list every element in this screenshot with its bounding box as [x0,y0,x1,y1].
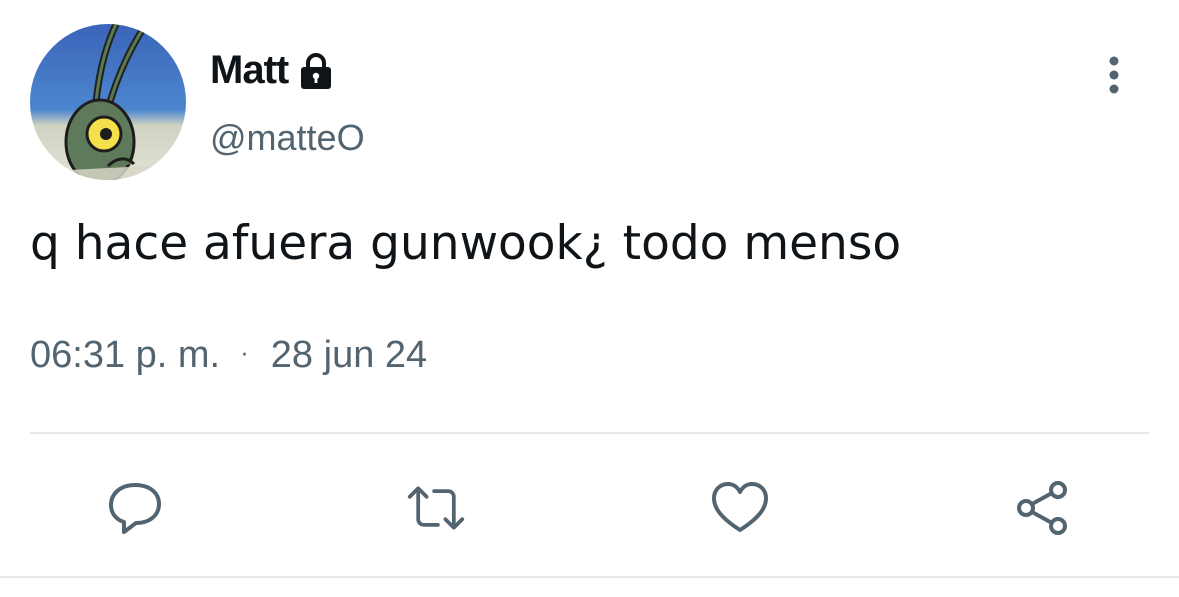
tweet-card: Matt @matteO q hace afuera gunwook¿ todo… [0,0,1179,597]
reply-button[interactable] [105,478,165,538]
tweet-date[interactable]: 28 jun 24 [271,334,427,376]
avatar[interactable] [30,24,186,180]
retweet-icon [407,486,465,530]
divider [30,432,1149,434]
tweet-meta: 06:31 p. m. · 28 jun 24 [30,334,427,377]
retweet-button[interactable] [406,478,466,538]
bottom-divider [0,576,1179,578]
plankton-avatar-image [30,24,186,180]
meta-separator: · [240,337,249,367]
reply-icon [109,483,161,534]
share-button[interactable] [1014,478,1074,538]
like-button[interactable] [710,478,770,538]
heart-icon [712,482,768,532]
display-name[interactable]: Matt [210,48,289,93]
more-vertical-icon [1109,56,1119,94]
tweet-time[interactable]: 06:31 p. m. [30,334,220,376]
lock-icon [296,51,336,91]
author-name-row: Matt [210,44,336,96]
tweet-text: q hace afuera gunwook¿ todo menso [30,216,902,271]
more-options-button[interactable] [1092,50,1136,100]
author-handle[interactable]: @matteO [210,117,365,159]
share-icon [1017,481,1067,535]
